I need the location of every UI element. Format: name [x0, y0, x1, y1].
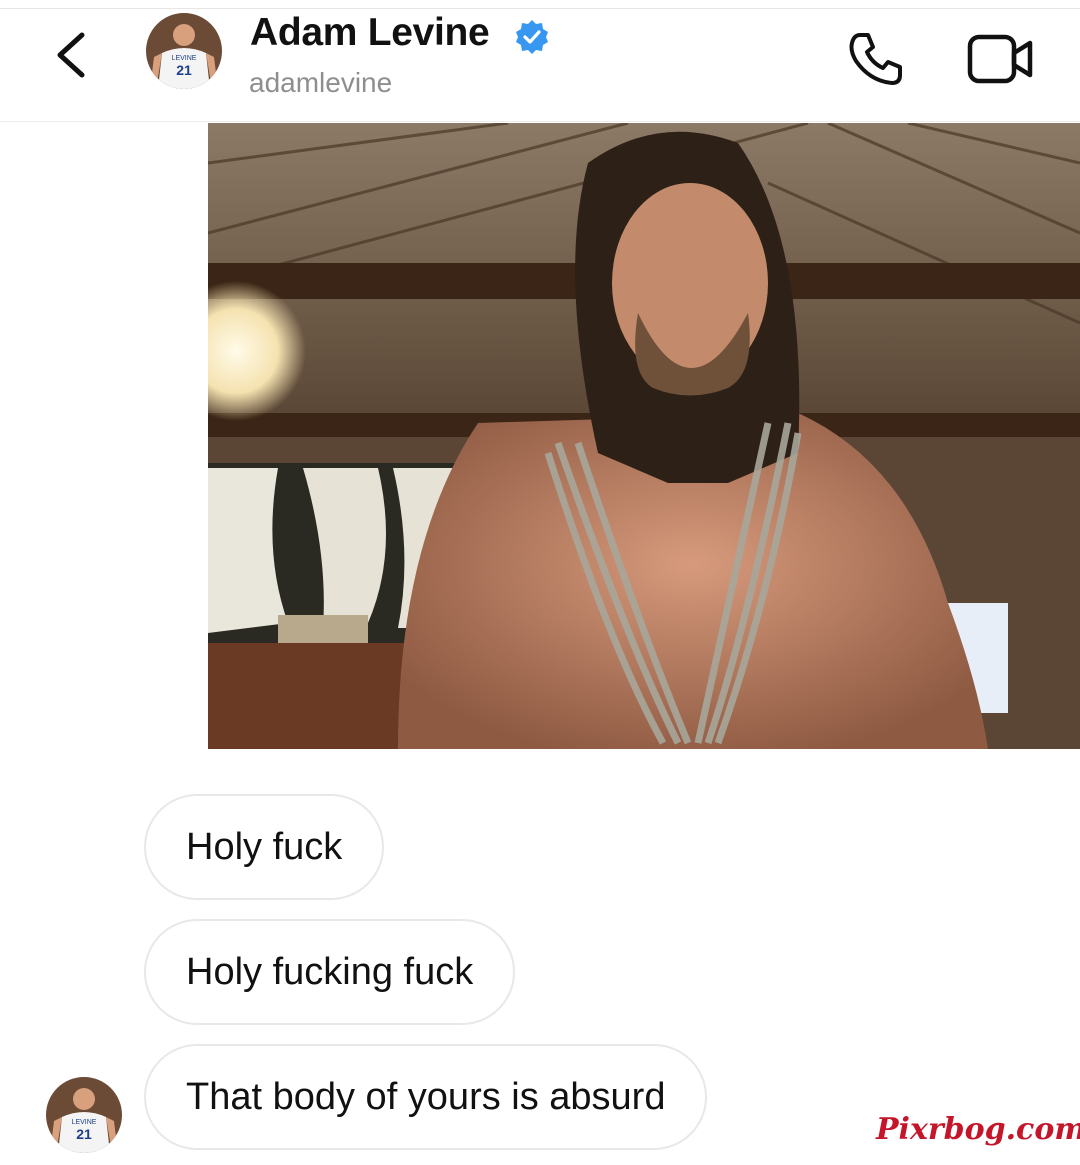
avatar-jersey-number: 21 [176, 62, 192, 78]
message-bubble[interactable]: Holy fucking fuck [144, 919, 516, 1025]
contact-name[interactable]: Adam Levine [250, 11, 490, 55]
sender-avatar[interactable]: LEVINE 21 [46, 1077, 122, 1153]
avatar-jersey-name: LEVINE [172, 55, 197, 62]
message-bubble[interactable]: That body of yours is absurd [144, 1044, 708, 1150]
dm-thread-screen: LEVINE 21 Adam Levine adamlevine Holy fu… [0, 0, 1080, 1165]
photo-image [208, 123, 1080, 749]
verified-badge-icon [516, 20, 548, 54]
thread-header: LEVINE 21 Adam Levine adamlevine [0, 8, 1080, 122]
photo-message[interactable] [208, 123, 1080, 749]
video-camera-icon[interactable] [966, 31, 1036, 87]
contact-username[interactable]: adamlevine [249, 67, 392, 99]
avatar-jersey-number: 21 [76, 1126, 92, 1142]
chevron-left-icon[interactable] [48, 29, 96, 81]
avatar-jersey-name: LEVINE [72, 1119, 97, 1126]
watermark: Pixrbog.com [876, 1112, 1080, 1147]
phone-icon[interactable] [846, 29, 906, 89]
header-avatar[interactable]: LEVINE 21 [146, 13, 222, 89]
message-bubble[interactable]: Holy fuck [144, 794, 385, 900]
